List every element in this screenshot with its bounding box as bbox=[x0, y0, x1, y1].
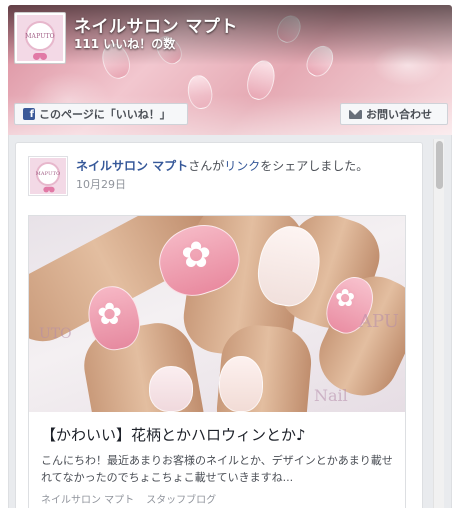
envelope-icon bbox=[349, 109, 362, 119]
shared-link-description: こんにちわ！最近あまりお客様のネイルとか、デザインとかあまり載せれてなかったので… bbox=[41, 454, 393, 484]
shared-link-image[interactable]: ✿ ✿ ✿ APU Nail UTO bbox=[29, 216, 405, 412]
ribbon-icon bbox=[33, 53, 47, 61]
maputo-logo: MAPUTO bbox=[17, 15, 63, 61]
like-page-button[interactable]: f このページに「いいね！」 bbox=[14, 103, 188, 125]
post-link-word[interactable]: リンク bbox=[224, 159, 260, 173]
source-name: ネイルサロン マプト bbox=[41, 495, 135, 506]
shared-link-title[interactable]: 【かわいい】花柄とかハロウィンとか♪ bbox=[41, 424, 306, 445]
post-author-avatar[interactable]: MAPUTO bbox=[28, 156, 68, 196]
facebook-icon: f bbox=[23, 108, 35, 120]
page-title[interactable]: ネイルサロン マプト bbox=[74, 12, 238, 37]
timeline-scrollbar[interactable] bbox=[433, 139, 444, 508]
timeline-post: MAPUTO ネイルサロン マプトさんがリンクをシェアしました。 10月29日 bbox=[15, 142, 423, 508]
post-headline: ネイルサロン マプトさんがリンクをシェアしました。 bbox=[76, 159, 369, 173]
like-button-label: このページに「いいね！」 bbox=[39, 108, 171, 121]
shared-link-card[interactable]: ✿ ✿ ✿ APU Nail UTO 【かわいい】花柄とかハロウィンとか♪ こん… bbox=[28, 215, 406, 508]
post-author-link[interactable]: ネイルサロン マプト bbox=[76, 159, 188, 173]
ribbon-icon bbox=[43, 186, 54, 193]
maputo-logo: MAPUTO bbox=[30, 158, 66, 194]
shared-link-source: ネイルサロン マプト スタッフブログ bbox=[41, 491, 216, 506]
source-category: スタッフブログ bbox=[146, 495, 217, 506]
post-timestamp[interactable]: 10月29日 bbox=[76, 176, 126, 192]
page-avatar[interactable]: MAPUTO bbox=[14, 12, 66, 64]
likes-count: 111 いいね！の数 bbox=[74, 37, 176, 51]
contact-button[interactable]: お問い合わせ bbox=[340, 103, 448, 125]
contact-button-label: お問い合わせ bbox=[366, 108, 432, 121]
timeline: MAPUTO ネイルサロン マプトさんがリンクをシェアしました。 10月29日 bbox=[8, 135, 452, 508]
scroll-thumb[interactable] bbox=[436, 141, 443, 189]
